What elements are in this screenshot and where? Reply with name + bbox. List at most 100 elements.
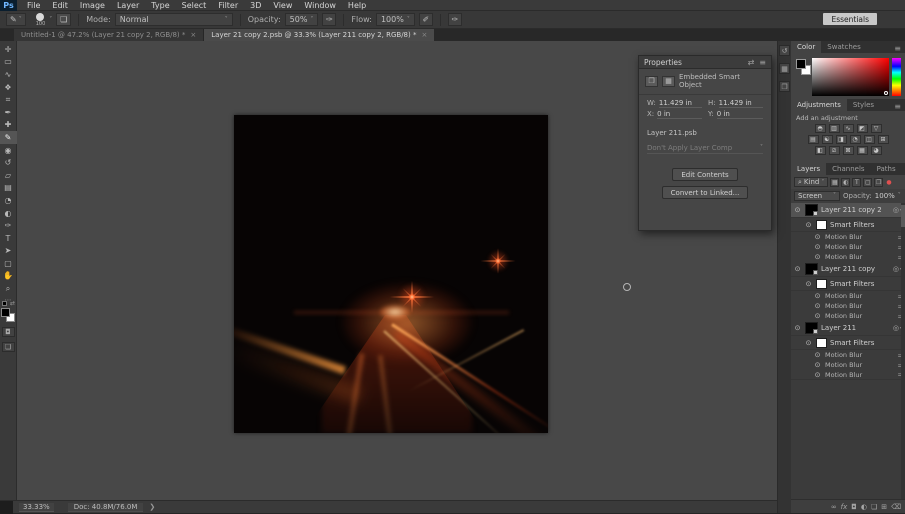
collapsed-panel-icon[interactable]: ▦ [779, 63, 790, 74]
filter-smart-objects-icon[interactable]: ❒ [874, 178, 883, 187]
foreground-color-swatch[interactable] [1, 308, 10, 317]
clone-stamp-tool[interactable]: ◉ [0, 144, 17, 157]
delete-layer-icon[interactable]: ⌫ [891, 503, 901, 511]
edit-contents-button[interactable]: Edit Contents [672, 168, 737, 181]
opacity-select[interactable]: 50% ˅ [285, 13, 319, 26]
smart-filters-row[interactable]: ⊙ Smart Filters [791, 336, 905, 350]
swap-colors-icon[interactable]: ⇄ [10, 300, 15, 307]
document-tab-smart-object[interactable]: Layer 21 copy 2.psb @ 33.3% (Layer 211 c… [204, 29, 434, 41]
invert-icon[interactable]: ◧ [815, 146, 826, 155]
layer-opacity-value[interactable]: 100% [875, 192, 895, 200]
hue-saturation-icon[interactable]: ▤ [808, 135, 819, 144]
hand-tool[interactable]: ✋ [0, 270, 17, 283]
visibility-eye-icon[interactable]: ⊙ [813, 292, 822, 300]
menu-file[interactable]: File [21, 0, 46, 11]
visibility-eye-icon[interactable]: ⊙ [793, 324, 802, 332]
scrollbar-thumb[interactable] [901, 205, 905, 227]
levels-icon[interactable]: ▥ [829, 124, 840, 133]
screen-mode-button[interactable]: ❏ [2, 342, 15, 352]
layer-row[interactable]: ⊙ Layer 211 copy 2 ◎▾ [791, 203, 905, 218]
color-lookup-icon[interactable]: ⊞ [878, 135, 889, 144]
panel-menu-icon[interactable]: ≡ [759, 58, 766, 67]
dodge-tool[interactable]: ◐ [0, 207, 17, 220]
crop-tool[interactable]: ⌗ [0, 93, 17, 106]
curves-icon[interactable]: ∿ [843, 124, 854, 133]
menu-image[interactable]: Image [74, 0, 111, 11]
posterize-icon[interactable]: ⧄ [829, 146, 840, 155]
x-field[interactable]: 0 in [657, 110, 702, 119]
filter-row[interactable]: ⊙ Motion Blur ⚌ [791, 232, 905, 242]
chevron-down-icon[interactable]: ˅ [898, 192, 901, 199]
filter-row[interactable]: ⊙ Motion Blur ⚌ [791, 242, 905, 252]
filter-pixel-layers-icon[interactable]: ▦ [830, 178, 839, 187]
brightness-contrast-icon[interactable]: ◓ [815, 124, 826, 133]
visibility-eye-icon[interactable]: ⊙ [813, 371, 822, 379]
collapse-panel-icon[interactable]: ⇄ [748, 58, 755, 67]
layer-blend-mode-select[interactable]: Screen ˅ [794, 191, 840, 201]
status-options-icon[interactable]: ❯ [149, 503, 155, 511]
saturation-brightness-field[interactable] [812, 58, 889, 96]
document-tab-untitled[interactable]: Untitled-1 @ 47.2% (Layer 21 copy 2, RGB… [14, 29, 204, 41]
close-icon[interactable]: × [421, 31, 427, 39]
visibility-eye-icon[interactable]: ⊙ [813, 312, 822, 320]
smart-filter-icon[interactable]: ◎ [893, 206, 899, 214]
filter-name[interactable]: Motion Blur [825, 302, 862, 310]
filter-row[interactable]: ⊙ Motion Blur ⚌ [791, 252, 905, 262]
gradient-tool[interactable]: ▤ [0, 182, 17, 195]
collapsed-panel-icon[interactable]: ❐ [779, 81, 790, 92]
history-brush-tool[interactable]: ↺ [0, 156, 17, 169]
workspace-switcher-button[interactable]: Essentials [823, 13, 877, 25]
filter-name[interactable]: Motion Blur [825, 371, 862, 379]
tab-adjustments[interactable]: Adjustments [791, 99, 847, 111]
layer-row[interactable]: ⊙ Layer 211 ◎▾ [791, 321, 905, 336]
visibility-eye-icon[interactable]: ⊙ [813, 243, 822, 251]
pressure-opacity-button[interactable]: ✑ [322, 13, 336, 26]
filter-name[interactable]: Motion Blur [825, 312, 862, 320]
visibility-eye-icon[interactable]: ⊙ [804, 339, 813, 347]
hue-slider[interactable] [892, 58, 901, 96]
visibility-eye-icon[interactable]: ⊙ [813, 253, 822, 261]
smart-filter-icon[interactable]: ◎ [893, 324, 899, 332]
tab-layers[interactable]: Layers [791, 163, 826, 175]
filter-toggle-icon[interactable]: ● [886, 179, 891, 186]
filter-name[interactable]: Motion Blur [825, 233, 862, 241]
layer-name[interactable]: Layer 211 copy 2 [821, 206, 890, 214]
type-tool[interactable]: T [0, 232, 17, 245]
selective-color-icon[interactable]: ◕ [871, 146, 882, 155]
layer-name[interactable]: Layer 211 copy [821, 265, 890, 273]
pen-tool[interactable]: ✑ [0, 219, 17, 232]
filter-mask-thumbnail[interactable] [816, 338, 827, 348]
panel-menu-icon[interactable]: ≡ [890, 44, 905, 53]
layer-thumbnail[interactable] [805, 204, 818, 216]
menu-help[interactable]: Help [342, 0, 372, 11]
brush-preset-preview[interactable]: 100 [36, 13, 46, 27]
rectangular-marquee-tool[interactable]: ▭ [0, 56, 17, 69]
filter-kind-select[interactable]: ⌕ Kind ˅ [794, 177, 828, 187]
menu-window[interactable]: Window [298, 0, 342, 11]
eyedropper-tool[interactable]: ✒ [0, 106, 17, 119]
quick-selection-tool[interactable]: ❖ [0, 81, 17, 94]
visibility-eye-icon[interactable]: ⊙ [793, 206, 802, 214]
menu-edit[interactable]: Edit [46, 0, 74, 11]
layer-row[interactable]: ⊙ Layer 211 copy ◎▾ [791, 262, 905, 277]
tab-swatches[interactable]: Swatches [821, 41, 866, 53]
smart-filters-row[interactable]: ⊙ Smart Filters [791, 218, 905, 232]
menu-view[interactable]: View [267, 0, 298, 11]
airbrush-button[interactable]: ✐ [419, 13, 433, 26]
visibility-eye-icon[interactable]: ⊙ [813, 302, 822, 310]
filter-shape-layers-icon[interactable]: ▢ [863, 178, 872, 187]
photo-filter-icon[interactable]: ◔ [850, 135, 861, 144]
filter-mask-thumbnail[interactable] [816, 279, 827, 289]
height-field[interactable]: 11.429 in [719, 99, 763, 108]
new-layer-icon[interactable]: ⊞ [881, 503, 887, 511]
menu-filter[interactable]: Filter [212, 0, 244, 11]
menu-type[interactable]: Type [145, 0, 175, 11]
tab-paths[interactable]: Paths [871, 163, 902, 175]
gradient-map-icon[interactable]: ▦ [857, 146, 868, 155]
eraser-tool[interactable]: ▱ [0, 169, 17, 182]
add-layer-mask-icon[interactable]: ◘ [851, 503, 857, 511]
blend-mode-select[interactable]: Normal ˅ [115, 13, 233, 26]
filter-row[interactable]: ⊙ Motion Blur ⚌ [791, 311, 905, 321]
visibility-eye-icon[interactable]: ⊙ [804, 280, 813, 288]
zoom-tool[interactable]: ⌕ [0, 282, 17, 295]
